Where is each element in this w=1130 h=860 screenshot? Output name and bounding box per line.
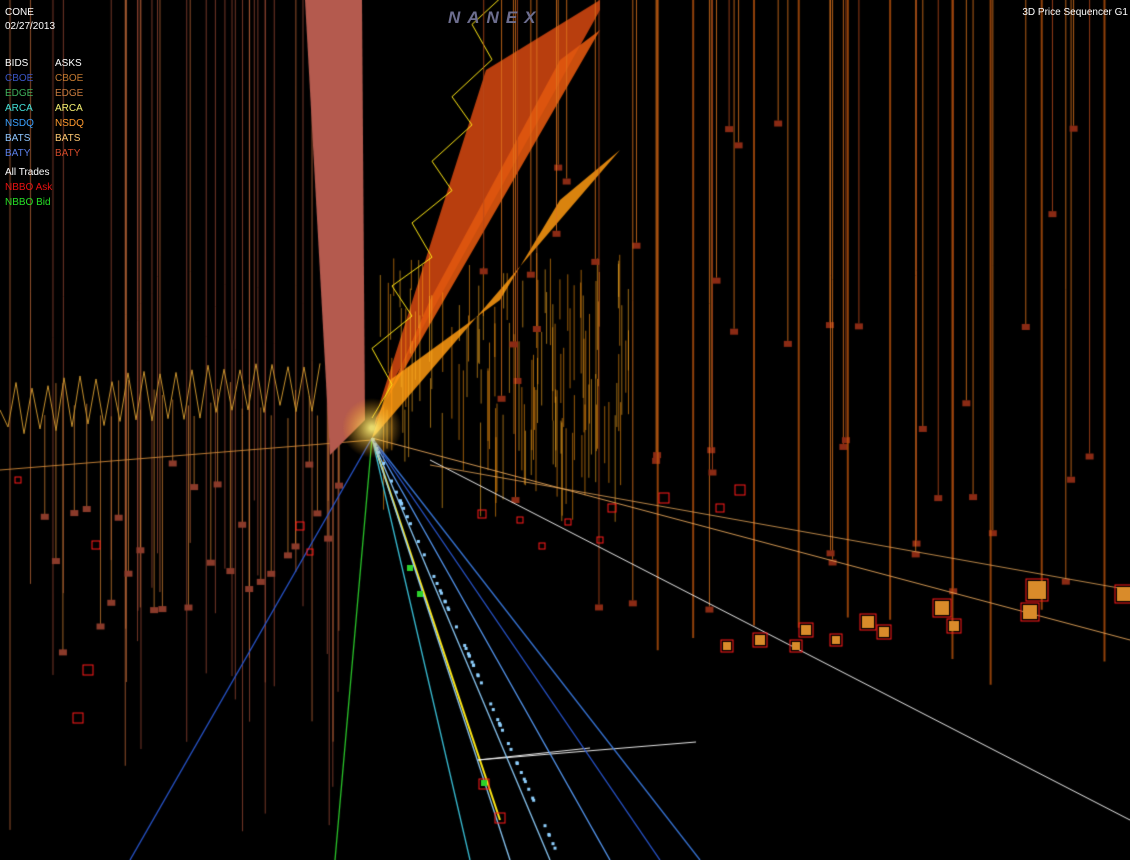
legend-bid-arca: ARCA bbox=[5, 103, 33, 114]
legend-asks-column: ASKS CBOE EDGE ARCA NSDQ BATS BATY bbox=[55, 56, 84, 161]
legend-bid-baty: BATY bbox=[5, 148, 31, 159]
legend: BIDS CBOE EDGE ARCA NSDQ BATS BATY ASKS … bbox=[5, 56, 115, 216]
legend-ask-nsdq: NSDQ bbox=[55, 118, 84, 129]
legend-bid-bats: BATS bbox=[5, 133, 31, 144]
legend-nbbo-ask: NBBO Ask bbox=[5, 182, 53, 193]
brand-logo: NANEX bbox=[448, 8, 543, 27]
legend-extra: All Trades NBBO Ask NBBO Bid bbox=[5, 165, 52, 210]
3d-price-scene[interactable] bbox=[0, 0, 1130, 860]
legend-nbbo-bid: NBBO Bid bbox=[5, 197, 51, 208]
date-label: 02/27/2013 bbox=[5, 21, 56, 32]
price-sequencer-window: CONE 02/27/2013 NANEX 3D Price Sequencer… bbox=[0, 0, 1130, 860]
legend-bid-nsdq: NSDQ bbox=[5, 118, 34, 129]
legend-bids-header: BIDS bbox=[5, 58, 29, 69]
legend-bid-edge: EDGE bbox=[5, 88, 34, 99]
legend-ask-edge: EDGE bbox=[55, 88, 84, 99]
legend-asks-header: ASKS bbox=[55, 58, 82, 69]
legend-ask-bats: BATS bbox=[55, 133, 81, 144]
symbol-label: CONE bbox=[5, 7, 34, 18]
legend-ask-cboe: CBOE bbox=[55, 73, 84, 84]
legend-all-trades: All Trades bbox=[5, 167, 50, 178]
legend-ask-arca: ARCA bbox=[55, 103, 83, 114]
app-title: 3D Price Sequencer G1 bbox=[1022, 7, 1128, 18]
legend-ask-baty: BATY bbox=[55, 148, 81, 159]
legend-bids-column: BIDS CBOE EDGE ARCA NSDQ BATS BATY bbox=[5, 56, 34, 161]
legend-bid-cboe: CBOE bbox=[5, 73, 34, 84]
